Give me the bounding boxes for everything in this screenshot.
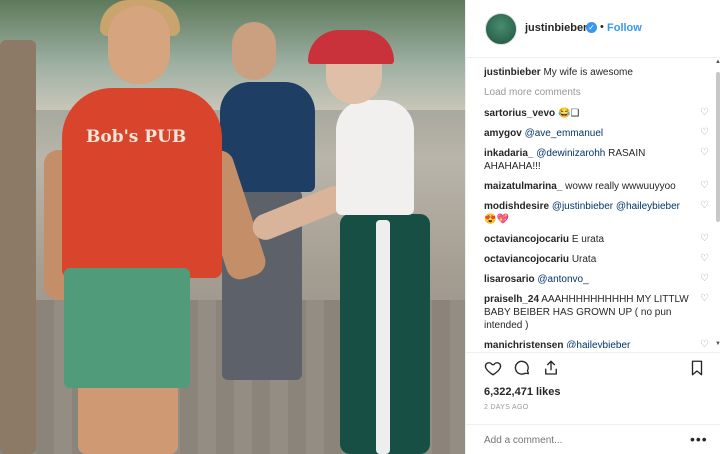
caption-text: My wife is awesome [543, 67, 633, 78]
list-item: octaviancojocariu Urata ♡ [484, 253, 714, 266]
photo-woman-top [336, 100, 414, 215]
comment-username[interactable]: praiselh_24 [484, 294, 539, 305]
heart-icon[interactable]: ♡ [700, 108, 710, 118]
comment-mention[interactable]: @ave_emmanuel [525, 128, 604, 139]
follow-button[interactable]: Follow [607, 22, 642, 34]
avatar[interactable] [485, 13, 517, 45]
list-item: inkadaria_ @dewinizarohh RASAIN AHAHAHA!… [484, 147, 714, 173]
separator-dot: • [600, 21, 604, 33]
heart-icon[interactable]: ♡ [700, 181, 710, 191]
photo-man-head [108, 6, 170, 84]
heart-icon[interactable]: ♡ [700, 128, 710, 138]
list-item: sartorius_vevo 😂❑ ♡ [484, 107, 714, 120]
post-date: 2 DAYS AGO [484, 404, 529, 411]
photo-woman-cap [308, 30, 394, 64]
comment-bubble-icon[interactable] [513, 359, 531, 377]
photo-man-shorts [64, 268, 190, 388]
comment-username[interactable]: octaviancojocariu [484, 234, 569, 245]
comments-scrollbar[interactable] [716, 72, 720, 222]
heart-icon[interactable]: ♡ [700, 254, 710, 264]
list-item: octaviancojocariu E urata ♡ [484, 233, 714, 246]
photo-bystander-head [232, 22, 276, 80]
heart-icon[interactable]: ♡ [700, 201, 710, 211]
post-header: justinbieber ✓ • Follow [466, 0, 720, 58]
comment-mention[interactable]: @justinbieber @haileybieber [552, 201, 680, 212]
photo-man-shirt [62, 88, 222, 278]
list-item: manichristensen @haileybieber ♡ [484, 339, 714, 349]
add-comment-input[interactable] [484, 435, 684, 446]
caption-username[interactable]: justinbieber [484, 67, 541, 78]
heart-icon[interactable]: ♡ [700, 294, 710, 304]
list-item: maizatulmarina_ woww really wwwuuyyoo ♡ [484, 180, 714, 193]
load-more-comments-link[interactable]: Load more comments [484, 86, 714, 99]
list-item: amygov @ave_emmanuel ♡ [484, 127, 714, 140]
comment-text: 😂❑ [557, 108, 580, 119]
comment-mention[interactable]: @dewinizarohh [536, 148, 605, 159]
heart-icon[interactable]: ♡ [700, 340, 710, 349]
comment-username[interactable]: octaviancojocariu [484, 254, 569, 265]
header-username[interactable]: justinbieber [525, 22, 587, 34]
comment-username[interactable]: amygov [484, 128, 522, 139]
scroll-up-arrow-icon[interactable]: ▲ [715, 59, 720, 65]
heart-icon[interactable]: ♡ [700, 148, 710, 158]
comment-username[interactable]: lisarosario [484, 274, 535, 285]
comment-username[interactable]: inkadaria_ [484, 148, 533, 159]
more-options-icon[interactable]: ••• [690, 431, 708, 447]
post-actions-bar [466, 352, 720, 380]
post-photo[interactable]: Bob's PUB [0, 0, 465, 454]
photo-shirt-logo: Bob's PUB [86, 127, 187, 147]
comment-text: 😍💖 [484, 214, 509, 225]
comment-mention[interactable]: @haileybieber [566, 340, 630, 348]
photo-woman-pants-stripe [376, 220, 390, 454]
post-caption: justinbieber My wife is awesome [484, 66, 714, 79]
photo-man-legs [78, 380, 178, 454]
comment-text: E urata [571, 234, 605, 245]
list-item: lisarosario @antonvo_ ♡ [484, 273, 714, 286]
share-icon[interactable] [542, 359, 560, 377]
photo-tree-trunk [0, 40, 36, 454]
scroll-down-arrow-icon[interactable]: ▼ [715, 341, 720, 347]
heart-icon[interactable]: ♡ [700, 274, 710, 284]
comment-username[interactable]: maizatulmarina_ [484, 181, 562, 192]
comment-username[interactable]: manichristensen [484, 340, 563, 348]
comment-text: woww really wwwuuyyoo [565, 181, 676, 192]
post-sidebar: justinbieber ✓ • Follow justinbieber My … [465, 0, 720, 454]
add-comment-bar: ••• [466, 424, 720, 454]
comment-username[interactable]: modishdesire [484, 201, 549, 212]
list-item: modishdesire @justinbieber @haileybieber… [484, 200, 714, 226]
verified-badge-icon: ✓ [586, 22, 597, 33]
like-heart-icon[interactable] [484, 359, 502, 377]
heart-icon[interactable]: ♡ [700, 234, 710, 244]
comments-list[interactable]: justinbieber My wife is awesome Load mor… [484, 66, 714, 348]
likes-count[interactable]: 6,322,471 likes [484, 386, 560, 398]
comment-mention[interactable]: @antonvo_ [537, 274, 588, 285]
list-item: praiselh_24 AAAHHHHHHHHHH MY LITTLW BABY… [484, 293, 714, 332]
comment-text: Urata [571, 254, 597, 265]
comment-username[interactable]: sartorius_vevo [484, 108, 555, 119]
bookmark-icon[interactable] [688, 359, 706, 377]
